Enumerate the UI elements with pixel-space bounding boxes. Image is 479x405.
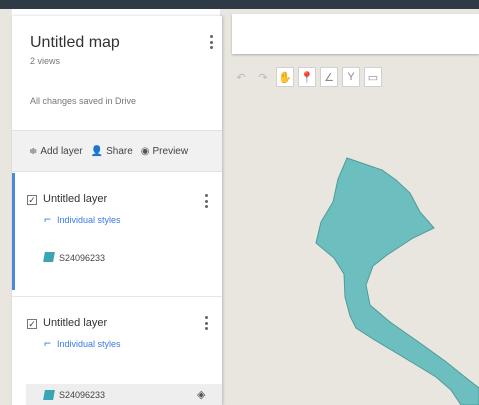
map-header: Untitled map 2 views All changes saved i… xyxy=(12,16,222,126)
share-icon: 👤 xyxy=(90,145,104,157)
map-edge xyxy=(0,9,12,405)
add-layer-button[interactable]: ≑ Add layer xyxy=(29,146,83,157)
paint-roller-icon: ⌐ xyxy=(44,336,52,350)
undo-icon[interactable]: ↶ xyxy=(232,67,250,87)
paint-roller-icon: ⌐ xyxy=(44,212,52,226)
share-button[interactable]: 👤 Share xyxy=(91,146,133,157)
add-layer-label: Add layer xyxy=(40,145,83,157)
ruler-icon[interactable]: ▭ xyxy=(364,67,382,87)
polygon-feature-icon xyxy=(43,252,55,262)
layer-visibility-checkbox[interactable]: ✓ xyxy=(27,195,37,205)
layer-name[interactable]: Untitled layer xyxy=(43,193,107,205)
feature-row-highlight[interactable]: S24096233 ◈ xyxy=(26,384,222,405)
draw-line-icon[interactable]: ∠ xyxy=(320,67,338,87)
share-label: Share xyxy=(106,145,133,157)
top-strip xyxy=(0,0,479,9)
feature-label[interactable]: S24096233 xyxy=(59,253,105,263)
layers-panel: Untitled map 2 views All changes saved i… xyxy=(12,16,222,405)
layer-card[interactable]: ✓ Untitled layer ⌐ Individual styles S24… xyxy=(12,173,222,290)
add-layer-icon: ≑ xyxy=(29,145,38,157)
preview-icon: ◉ xyxy=(140,145,150,157)
polygon-feature-icon xyxy=(43,390,55,400)
map-title[interactable]: Untitled map xyxy=(30,34,120,52)
preview-label: Preview xyxy=(152,145,189,157)
save-status: All changes saved in Drive xyxy=(30,96,137,106)
layer-style-link[interactable]: Individual styles xyxy=(57,215,121,225)
layer-options-icon[interactable] xyxy=(200,193,212,209)
layer-visibility-checkbox[interactable]: ✓ xyxy=(27,319,37,329)
marker-icon[interactable]: 📍 xyxy=(298,67,316,87)
search-box[interactable] xyxy=(232,14,479,54)
map-polygon[interactable] xyxy=(315,157,479,405)
preview-button[interactable]: ◉ Preview xyxy=(141,146,188,157)
redo-icon[interactable]: ↷ xyxy=(254,67,272,87)
layer-card[interactable]: ✓ Untitled layer ⌐ Individual styles S24… xyxy=(12,296,222,405)
layer-name[interactable]: Untitled layer xyxy=(43,317,107,329)
map-views-count: 2 views xyxy=(30,56,61,66)
layer-style-link[interactable]: Individual styles xyxy=(57,339,121,349)
action-bar: ≑ Add layer 👤 Share ◉ Preview xyxy=(12,130,222,172)
hand-icon[interactable]: ✋ xyxy=(276,67,294,87)
map-options-icon[interactable] xyxy=(205,34,217,50)
layer-options-icon[interactable] xyxy=(200,315,212,331)
directions-icon[interactable]: Y xyxy=(342,67,360,87)
map-toolbar: ↶ ↷ ✋ 📍 ∠ Y ▭ xyxy=(232,64,382,90)
feature-label[interactable]: S24096233 xyxy=(59,390,105,400)
style-bucket-icon[interactable]: ◈ xyxy=(197,388,205,401)
